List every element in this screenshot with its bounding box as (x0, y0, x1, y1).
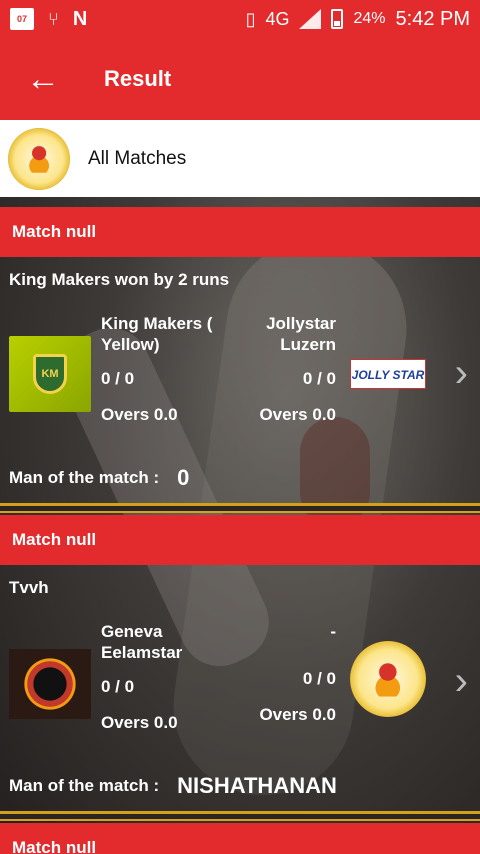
club-logo (8, 127, 70, 190)
divider (0, 811, 480, 821)
match-result: King Makers won by 2 runs (9, 270, 230, 289)
match-teams: KM King Makers ( Yellow) 0 / 0 Overs 0.0… (0, 303, 480, 453)
app-bar: ← Result (0, 38, 480, 120)
battery-percent: 24% (353, 10, 386, 27)
team-a-name: King Makers ( Yellow) (101, 314, 213, 354)
page-title: Result (104, 66, 172, 91)
mom-label: Man of the match : (9, 776, 160, 795)
battery-icon (331, 9, 344, 29)
man-of-the-match: Man of the match : 0 (0, 453, 480, 503)
team-b-name: Jollystar Luzern (266, 314, 336, 354)
match-header: Match null (0, 823, 480, 854)
team-b-logo: JOLLY STAR (350, 359, 426, 389)
clock: 5:42 PM (395, 7, 470, 30)
vibrate-icon: ▯ (245, 8, 256, 29)
mom-value: 0 (177, 465, 190, 490)
divider (0, 503, 480, 513)
network-type: 4G (265, 8, 290, 29)
match-card[interactable]: Match null Tvvh Geneva Eelamstar 0 / 0 O… (0, 515, 480, 821)
team-a-name: Geneva Eelamstar (101, 622, 183, 662)
mom-label: Man of the match : (9, 468, 160, 487)
team-a-overs: Overs 0.0 (101, 405, 178, 424)
back-arrow-icon[interactable]: ← (0, 38, 86, 120)
team-b-overs: Overs 0.0 (259, 405, 336, 424)
team-a-score: 0 / 0 (101, 369, 135, 388)
signal-icon (299, 9, 322, 29)
calendar-icon: 07 (10, 8, 34, 30)
chevron-right-icon[interactable]: › (455, 659, 468, 704)
match-card[interactable]: Match null King Makers won by 2 runs KM … (0, 207, 480, 513)
team-b-overs: Overs 0.0 (259, 705, 336, 724)
match-teams: Geneva Eelamstar 0 / 0 Overs 0.0 - 0 / 0… (0, 611, 480, 761)
match-header: Match null (0, 207, 480, 257)
team-a-logo: KM (9, 336, 91, 412)
team-a-logo (9, 649, 91, 719)
filter-label: All Matches (88, 147, 187, 169)
n-notification-icon: N (72, 7, 88, 30)
team-b-score: 0 / 0 (302, 369, 336, 388)
team-b-logo (350, 641, 426, 717)
match-filter[interactable]: All Matches (0, 120, 480, 197)
usb-icon: ⑂ (48, 8, 59, 29)
status-bar: 07 ⑂ N ▯ 4G 24% 5:42 PM (0, 0, 480, 38)
team-b-name: - (330, 622, 336, 641)
match-result: Tvvh (9, 578, 49, 597)
match-card[interactable]: Match null (0, 823, 480, 854)
team-a-overs: Overs 0.0 (101, 713, 178, 732)
match-header: Match null (0, 515, 480, 565)
mom-value: NISHATHANAN (177, 773, 337, 798)
man-of-the-match: Man of the match : NISHATHANAN (0, 761, 480, 811)
chevron-right-icon[interactable]: › (455, 351, 468, 396)
team-b-score: 0 / 0 (302, 669, 336, 688)
team-a-score: 0 / 0 (101, 677, 135, 696)
